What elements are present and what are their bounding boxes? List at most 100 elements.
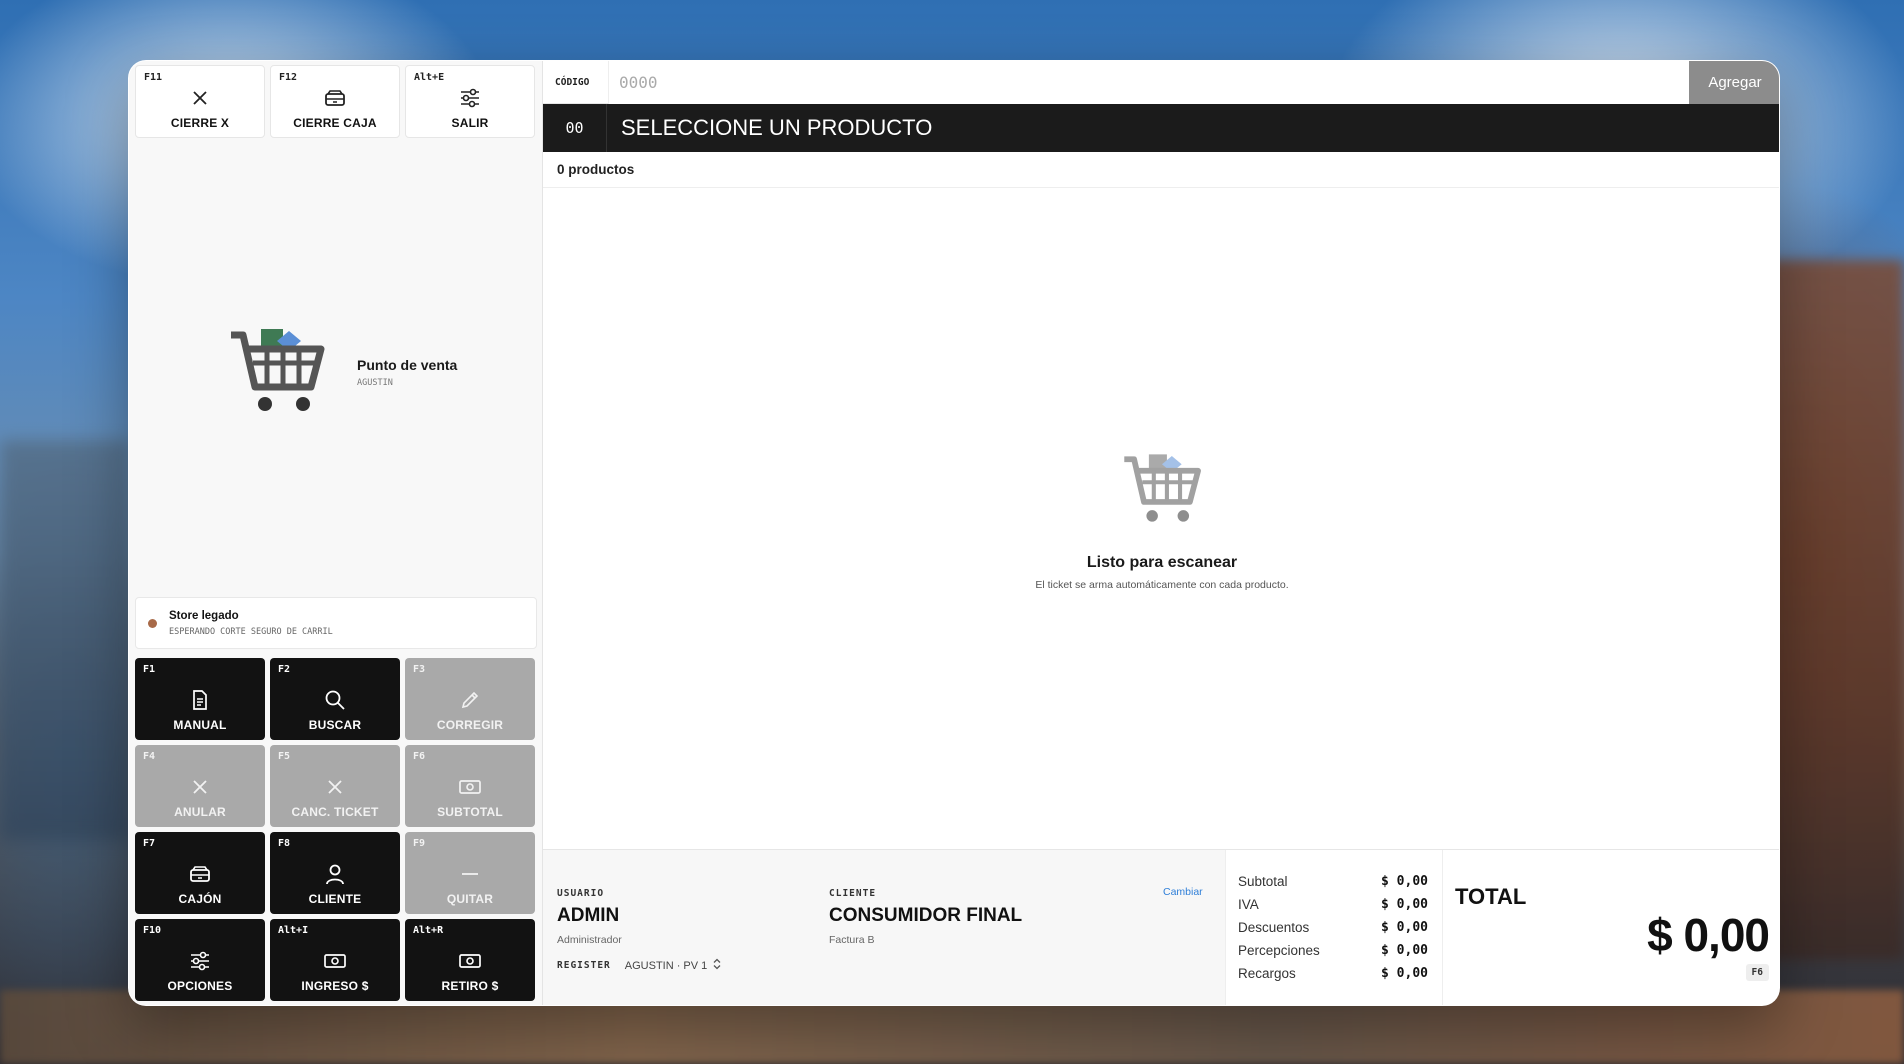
total-label: TOTAL bbox=[1455, 884, 1527, 909]
button-label: CIERRE CAJA bbox=[293, 116, 377, 130]
add-button[interactable]: Agregar bbox=[1689, 61, 1779, 104]
search-icon bbox=[322, 687, 348, 713]
cancel-ticket-button[interactable]: F5 CANC. TICKET bbox=[270, 745, 400, 827]
barcode-input[interactable] bbox=[609, 61, 1689, 104]
selected-product-bar: 00 SELECCIONE UN PRODUCTO bbox=[543, 104, 1779, 152]
button-label: MANUAL bbox=[173, 718, 227, 732]
summary-label: Percepciones bbox=[1238, 943, 1320, 958]
shortcut-key: F9 bbox=[413, 838, 426, 849]
client-name: CONSUMIDOR FINAL bbox=[829, 905, 1023, 926]
button-label: CORREGIR bbox=[436, 718, 504, 732]
summary-block: Subtotal $ 0,00 IVA $ 0,00 Descuentos $ … bbox=[1225, 850, 1443, 1005]
cart-logo-icon bbox=[227, 325, 327, 420]
document-icon bbox=[187, 687, 213, 713]
shortcut-key: F10 bbox=[143, 925, 162, 936]
cierre-caja-button[interactable]: F12 CIERRE CAJA bbox=[270, 65, 400, 138]
close-icon bbox=[187, 774, 213, 800]
quantity-display: 00 bbox=[543, 104, 607, 152]
shortcut-key: F4 bbox=[143, 751, 156, 762]
register-select[interactable]: AGUSTIN · PV 1 bbox=[625, 958, 722, 973]
buscar-button[interactable]: F2 BUSCAR bbox=[270, 658, 400, 740]
shortcut-key: Alt+I bbox=[278, 925, 309, 936]
user-icon bbox=[322, 861, 348, 887]
shortcut-key: F11 bbox=[144, 72, 163, 83]
shortcut-key: F6 bbox=[413, 751, 426, 762]
summary-label: Recargos bbox=[1238, 966, 1296, 981]
change-client-link[interactable]: Cambiar bbox=[1163, 886, 1203, 898]
total-shortcut-key: F6 bbox=[1745, 964, 1769, 981]
summary-row-iva: IVA $ 0,00 bbox=[1238, 897, 1428, 912]
product-name: SELECCIONE UN PRODUCTO bbox=[621, 115, 933, 140]
button-label: RETIRO $ bbox=[441, 979, 499, 993]
cierre-x-button[interactable]: F11 CIERRE X bbox=[135, 65, 265, 138]
summary-value: $ 0,00 bbox=[1381, 943, 1428, 958]
cliente-button[interactable]: F8 CLIENTE bbox=[270, 832, 400, 914]
retiro-button[interactable]: Alt+R RETIRO $ bbox=[405, 919, 535, 1001]
summary-label: Subtotal bbox=[1238, 874, 1288, 889]
shortcut-key: Alt+E bbox=[414, 72, 445, 83]
sliders-icon bbox=[457, 85, 483, 111]
status-title: Store legado bbox=[169, 609, 239, 622]
empty-message: El ticket se arma automáticamente con ca… bbox=[1035, 579, 1289, 591]
ticket-footer: USUARIO ADMIN Administrador CLIENTE CONS… bbox=[543, 849, 1779, 1005]
subtotal-button[interactable]: F6 SUBTOTAL bbox=[405, 745, 535, 827]
shortcut-key: F7 bbox=[143, 838, 156, 849]
manual-button[interactable]: F1 MANUAL bbox=[135, 658, 265, 740]
drawer-icon bbox=[187, 861, 213, 887]
ticket-panel: CÓDIGO Agregar 00 SELECCIONE UN PRODUCTO… bbox=[543, 61, 1779, 1005]
chevron-updown-icon bbox=[713, 958, 721, 973]
left-panel: F11 CIERRE X F12 CIERRE CAJA Alt+E SALIR bbox=[129, 61, 543, 1005]
cart-icon bbox=[1121, 451, 1203, 530]
salir-button[interactable]: Alt+E SALIR bbox=[405, 65, 535, 138]
summary-value: $ 0,00 bbox=[1381, 897, 1428, 912]
close-icon bbox=[187, 85, 213, 111]
client-label: CLIENTE bbox=[829, 888, 877, 899]
summary-row-percepciones: Percepciones $ 0,00 bbox=[1238, 943, 1428, 958]
button-label: CANC. TICKET bbox=[291, 805, 379, 819]
user-role: Administrador bbox=[557, 934, 622, 946]
register-block: REGISTER AGUSTIN · PV 1 bbox=[557, 958, 721, 973]
opciones-button[interactable]: F10 OPCIONES bbox=[135, 919, 265, 1001]
sliders-icon bbox=[187, 948, 213, 974]
total-amount: $ 0,00 bbox=[1647, 909, 1770, 961]
summary-label: IVA bbox=[1238, 897, 1259, 912]
user-name: ADMIN bbox=[557, 905, 620, 926]
register-value: AGUSTIN · PV 1 bbox=[624, 959, 708, 972]
drawer-icon bbox=[322, 85, 348, 111]
button-label: INGRESO $ bbox=[301, 979, 369, 993]
summary-row-subtotal: Subtotal $ 0,00 bbox=[1238, 874, 1428, 889]
cajon-button[interactable]: F7 CAJÓN bbox=[135, 832, 265, 914]
button-label: CLIENTE bbox=[308, 892, 362, 906]
cash-icon bbox=[457, 774, 483, 800]
anular-button[interactable]: F4 ANULAR bbox=[135, 745, 265, 827]
button-label: OPCIONES bbox=[167, 979, 233, 993]
quitar-button[interactable]: F9 QUITAR bbox=[405, 832, 535, 914]
button-label: BUSCAR bbox=[308, 718, 362, 732]
register-label: REGISTER bbox=[557, 960, 611, 971]
function-key-grid: F1 MANUAL F2 BUSCAR F3 CORREGIR F4 ANULA… bbox=[135, 658, 535, 1001]
summary-row-recargos: Recargos $ 0,00 bbox=[1238, 966, 1428, 981]
shortcut-key: F12 bbox=[279, 72, 298, 83]
summary-label: Descuentos bbox=[1238, 920, 1310, 935]
shortcut-key: F2 bbox=[278, 664, 291, 675]
user-block: USUARIO ADMIN Administrador bbox=[557, 888, 622, 946]
corregir-button[interactable]: F3 CORREGIR bbox=[405, 658, 535, 740]
total-block: TOTAL $ 0,00 F6 bbox=[1443, 850, 1779, 1005]
button-label: SALIR bbox=[451, 116, 489, 130]
button-label: CIERRE X bbox=[170, 116, 230, 130]
client-block: CLIENTE CONSUMIDOR FINAL Factura B bbox=[829, 888, 1022, 946]
summary-row-descuentos: Descuentos $ 0,00 bbox=[1238, 920, 1428, 935]
user-label: USUARIO bbox=[557, 888, 605, 899]
store-status-card: Store legado ESPERANDO CORTE SEGURO DE C… bbox=[135, 597, 537, 649]
button-label: ANULAR bbox=[174, 805, 226, 819]
shortcut-key: F8 bbox=[278, 838, 291, 849]
cash-icon bbox=[322, 948, 348, 974]
summary-value: $ 0,00 bbox=[1381, 966, 1428, 981]
brand-title: Punto de venta bbox=[357, 357, 458, 373]
pos-window: F11 CIERRE X F12 CIERRE CAJA Alt+E SALIR bbox=[128, 60, 1780, 1006]
shortcut-key: F5 bbox=[278, 751, 291, 762]
status-detail: ESPERANDO CORTE SEGURO DE CARRIL bbox=[169, 626, 333, 637]
ingreso-button[interactable]: Alt+I INGRESO $ bbox=[270, 919, 400, 1001]
shortcut-key: Alt+R bbox=[413, 925, 444, 936]
shortcut-key: F1 bbox=[143, 664, 156, 675]
